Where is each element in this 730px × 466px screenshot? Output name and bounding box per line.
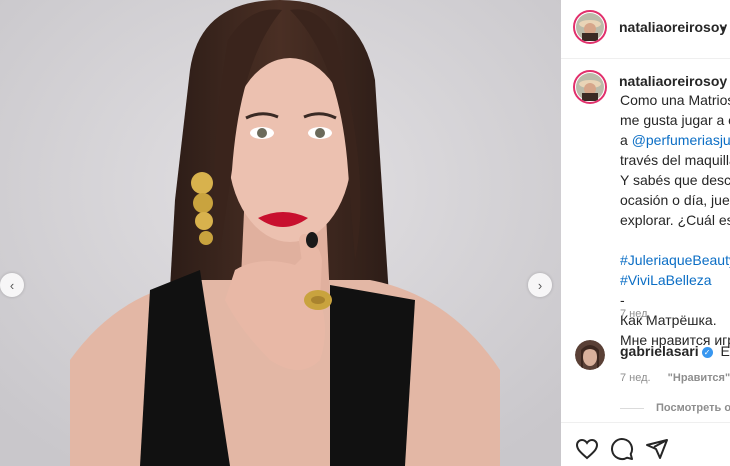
comment-icon[interactable] (610, 437, 634, 461)
caption-author-username[interactable]: nataliaoreirosoy✓ (619, 73, 730, 89)
action-bar (561, 422, 730, 466)
post-header: nataliaoreirosoy✓ • (561, 0, 730, 59)
chevron-right-icon: › (537, 277, 543, 293)
caption-line: explorar. ¿Cuál es la (620, 212, 730, 228)
previous-photo-button[interactable]: ‹ (0, 273, 24, 297)
caption-line: ocasión o día, juego (620, 192, 730, 208)
post-photo[interactable]: ‹ › (0, 0, 561, 466)
author-username[interactable]: nataliaoreirosoy✓ (619, 19, 730, 35)
comment-likes[interactable]: "Нравится": 40 (668, 372, 730, 384)
chevron-left-icon: ‹ (9, 277, 15, 293)
comment-text: En to (720, 343, 730, 359)
view-replies[interactable]: Посмотреть от (620, 402, 730, 414)
comment-timestamp: 7 нед. (620, 372, 651, 384)
more-options-button[interactable]: • (721, 21, 725, 35)
caption-timestamp: 7 нед. (620, 308, 651, 320)
replies-divider (620, 407, 644, 409)
caption-line: Y sabés que descubr (620, 172, 730, 188)
caption-author-avatar[interactable] (573, 70, 607, 104)
next-photo-button[interactable]: › (528, 273, 552, 297)
post-side-panel: nataliaoreirosoy✓ • nataliaoreirosoy✓ Co… (561, 0, 730, 466)
comment: gabrielasari✓ En to (620, 343, 730, 359)
caption-line: través del maquillaje (620, 152, 730, 168)
mention-link[interactable]: @perfumeriasjuleri (632, 132, 730, 148)
share-icon[interactable] (645, 437, 669, 461)
hashtag-link[interactable]: #ViviLaBelleza (620, 270, 730, 290)
commenter-avatar[interactable] (575, 340, 605, 370)
heart-icon[interactable] (575, 437, 599, 461)
comment-meta: 7 нед. "Нравится": 40 (620, 372, 730, 384)
author-avatar[interactable] (573, 10, 607, 44)
caption-line: - (620, 292, 625, 308)
verified-icon: ✓ (701, 346, 713, 358)
commenter-username[interactable]: gabrielasari (620, 343, 699, 359)
caption-line: me gusta jugar a enc (620, 112, 730, 128)
caption-line: Como una Matrioshk (620, 92, 730, 108)
caption-line: a @perfumeriasjuleri (620, 130, 730, 150)
caption-blank (620, 230, 730, 250)
hashtag-link[interactable]: #JuleriaqueBeauty # (620, 250, 730, 270)
portrait-image (0, 0, 561, 466)
